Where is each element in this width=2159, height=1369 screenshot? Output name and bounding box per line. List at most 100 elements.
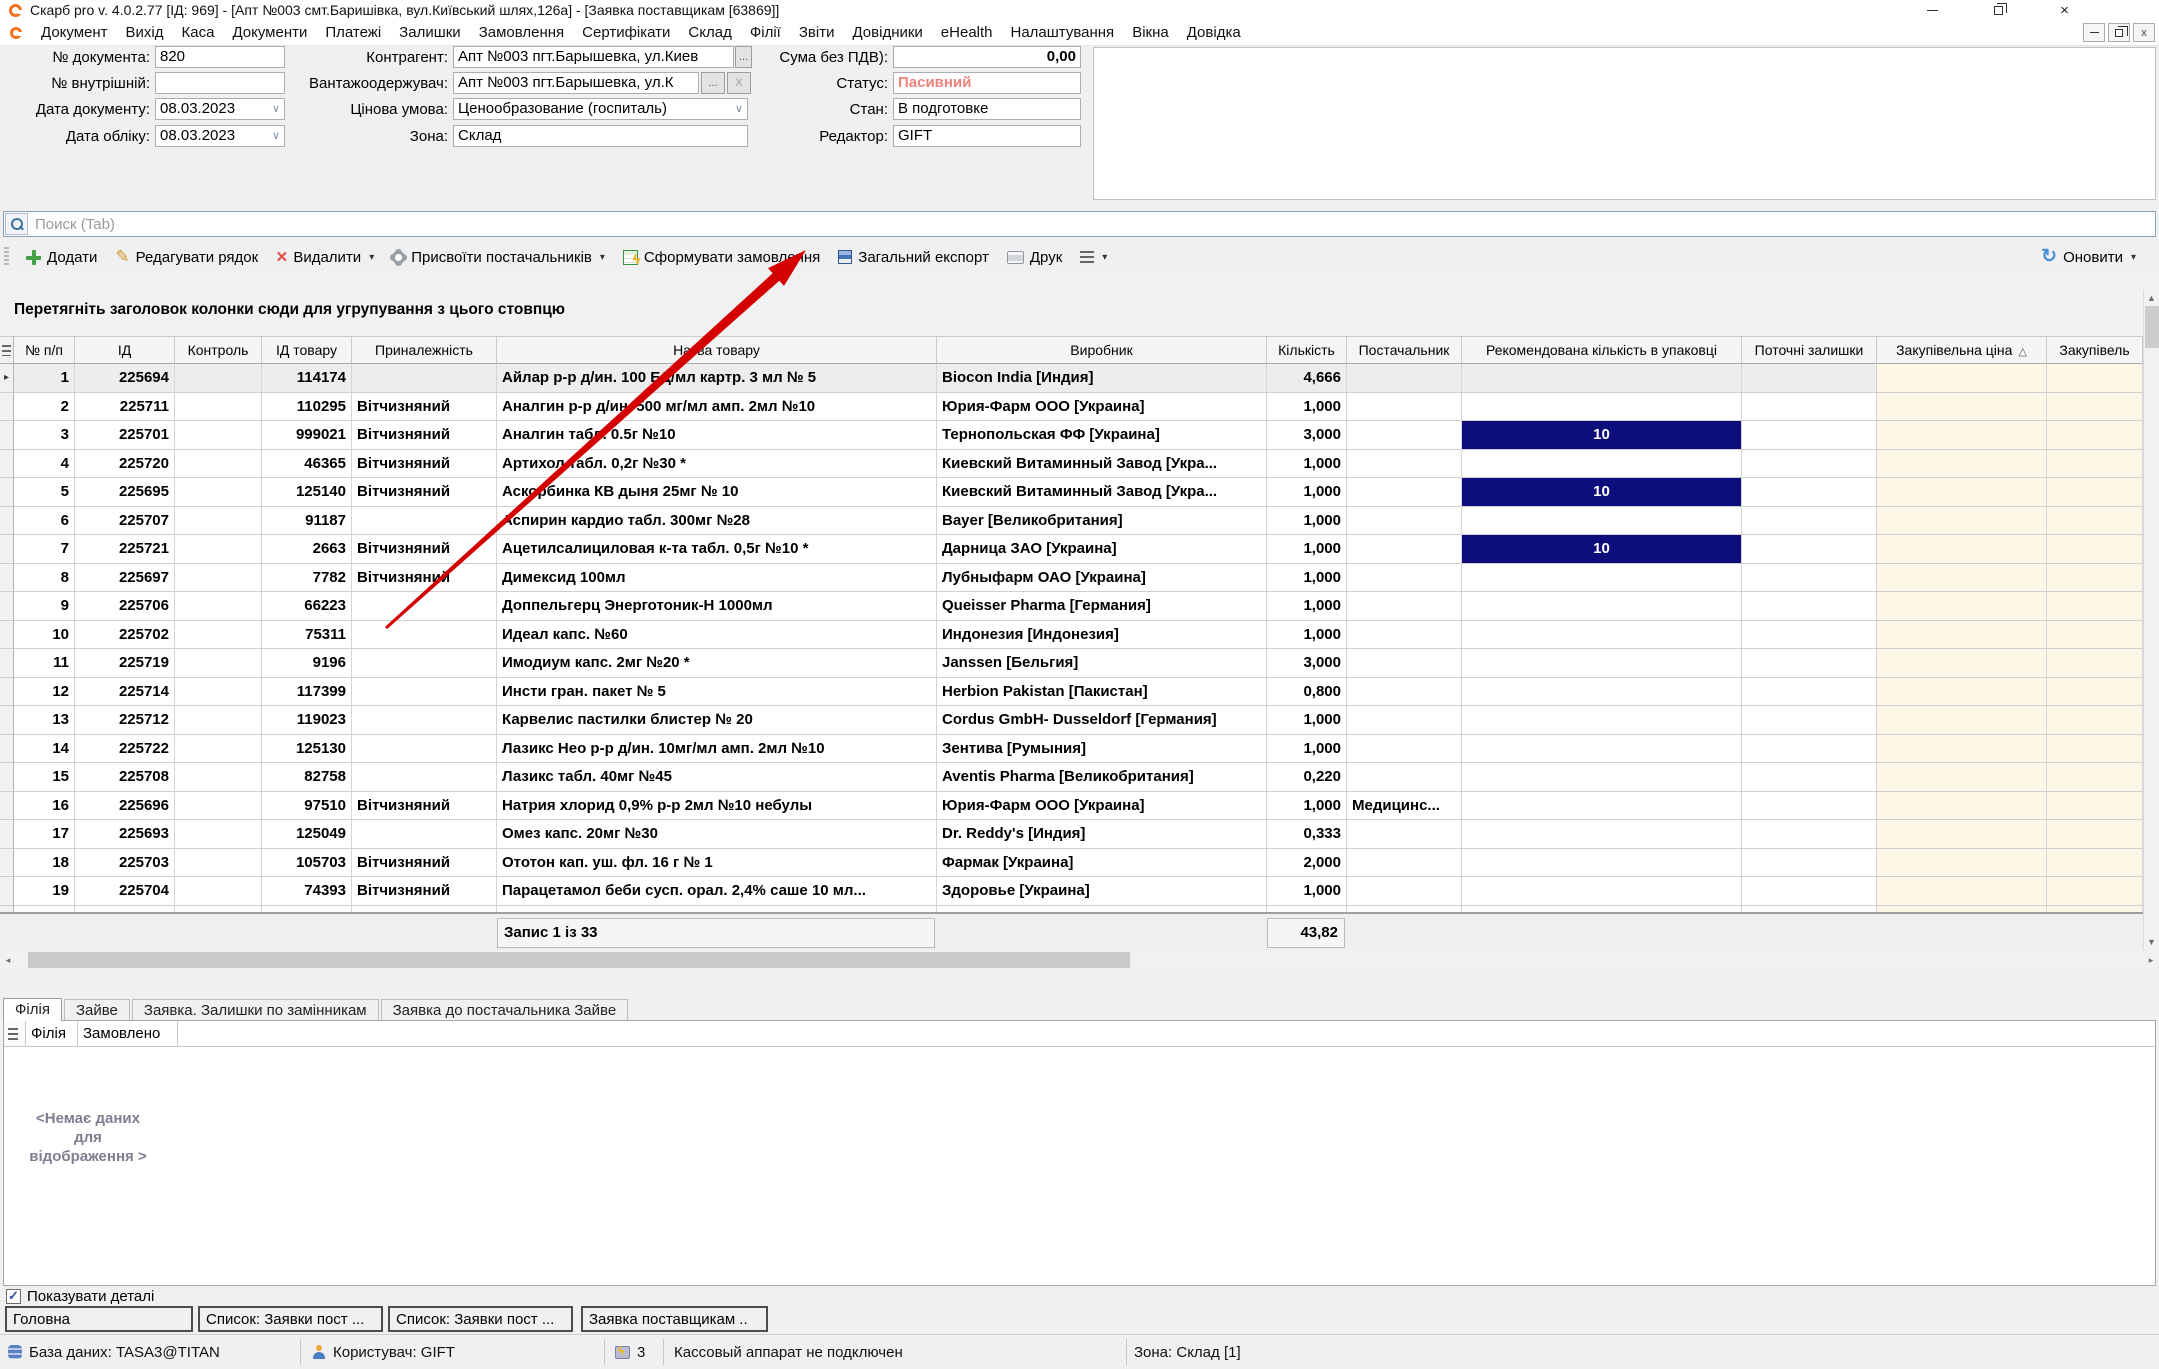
menu-item-1[interactable]: Документ: [32, 24, 117, 41]
restore-button[interactable]: [1976, 0, 2021, 20]
toolbar-grip[interactable]: [4, 247, 9, 267]
menu-item-9[interactable]: Склад: [679, 24, 740, 41]
detail-tab-3[interactable]: Заявка. Залишки по замінникам: [132, 999, 379, 1021]
column-header-qty[interactable]: Кількість: [1267, 336, 1347, 364]
table-row[interactable]: 82256977782ВітчизнянийДимексид 100млЛубн…: [0, 564, 2143, 593]
doc-date-field[interactable]: ∨08.03.2023: [155, 98, 285, 120]
detail-tab-1[interactable]: Філія: [3, 998, 62, 1021]
menu-item-14[interactable]: Налаштування: [1002, 24, 1124, 41]
edit-row-button[interactable]: ✎ Редагувати рядок: [106, 244, 267, 270]
window-button-2[interactable]: Список: Заявки пост ...: [198, 1306, 383, 1332]
grid-customize-icon[interactable]: [4, 1021, 26, 1046]
menu-item-12[interactable]: Довідники: [843, 24, 931, 41]
window-button-1[interactable]: Головна: [5, 1306, 193, 1332]
menu-item-16[interactable]: Довідка: [1178, 24, 1250, 41]
add-button[interactable]: Додати: [17, 244, 106, 270]
refresh-button[interactable]: ↻ Оновити ▾: [2032, 244, 2145, 270]
detail-column-filia[interactable]: Філія: [26, 1021, 78, 1046]
detail-tab-4[interactable]: Заявка до постачальника Зайве: [381, 999, 629, 1021]
table-row[interactable]: 14225722125130Лазикс Нео р-р д/ин. 10мг/…: [0, 735, 2143, 764]
mdi-close-button[interactable]: x: [2133, 23, 2155, 42]
doc-number-field[interactable]: 820: [155, 46, 285, 68]
horizontal-scroll-thumb[interactable]: [28, 952, 1130, 968]
table-row[interactable]: 13225712119023Карвелис пастилки блистер …: [0, 706, 2143, 735]
column-header-id[interactable]: ІД: [75, 336, 175, 364]
price-condition-select[interactable]: ∨Ценообразование (госпиталь): [453, 98, 748, 120]
horizontal-scrollbar[interactable]: ◂ ▸: [0, 951, 2159, 969]
menu-item-6[interactable]: Залишки: [390, 24, 470, 41]
column-header-name[interactable]: Назва товару: [497, 336, 937, 364]
column-header-price2[interactable]: Закупівель: [2047, 336, 2143, 364]
table-row[interactable]: 1922570474393ВітчизнянийПарацетамол беби…: [0, 877, 2143, 906]
column-header-tid[interactable]: ІД товару: [262, 336, 352, 364]
column-header-origin[interactable]: Приналежність: [352, 336, 497, 364]
consignee-field[interactable]: Апт №003 пгт.Барышевка, ул.К: [453, 72, 699, 94]
table-row[interactable]: 922570666223Доппельгерц Энерготоник-Н 10…: [0, 592, 2143, 621]
mdi-restore-button[interactable]: [2108, 23, 2130, 42]
form-order-button[interactable]: ϟ Сформувати замовлення: [614, 244, 829, 270]
menu-item-15[interactable]: Вікна: [1123, 24, 1178, 41]
delete-button[interactable]: × Видалити ▾: [267, 244, 383, 270]
column-header-n[interactable]: № п/п: [14, 336, 75, 364]
scroll-down-icon[interactable]: ▼: [2144, 934, 2159, 950]
table-row[interactable]: 72257212663ВітчизнянийАцетилсалициловая …: [0, 535, 2143, 564]
menu-item-4[interactable]: Документи: [223, 24, 316, 41]
table-row[interactable]: 5225695125140ВітчизнянийАскорбинка КВ ды…: [0, 478, 2143, 507]
search-icon[interactable]: [5, 213, 28, 235]
table-row[interactable]: 622570791187Аспирин кардио табл. 300мг №…: [0, 507, 2143, 536]
table-row[interactable]: 1022570275311Идеал капс. №60Индонезия [И…: [0, 621, 2143, 650]
menu-item-10[interactable]: Філії: [741, 24, 790, 41]
export-button[interactable]: Загальний експорт: [829, 244, 998, 270]
table-row[interactable]: 18225703105703ВітчизнянийОтотон кап. уш.…: [0, 849, 2143, 878]
row-height-menu-button[interactable]: ▾: [1071, 244, 1116, 270]
consignee-lookup-button[interactable]: ...: [701, 72, 725, 94]
assign-suppliers-button[interactable]: Присвоїти постачальників ▾: [383, 244, 614, 270]
table-row[interactable]: 17225693125049Омез капс. 20мг №30Dr. Red…: [0, 820, 2143, 849]
table-row[interactable]: 112257199196Имодиум капс. 2мг №20 *Janss…: [0, 649, 2143, 678]
minimize-button[interactable]: [1910, 0, 1955, 20]
notes-box[interactable]: [1093, 47, 2156, 200]
vertical-scrollbar[interactable]: ▲ ▼: [2143, 290, 2159, 950]
scroll-up-icon[interactable]: ▲: [2144, 290, 2159, 306]
column-header-manufacturer[interactable]: Виробник: [937, 336, 1267, 364]
table-row[interactable]: 3225701999021ВітчизнянийАналгин табл. 0.…: [0, 421, 2143, 450]
consignee-clear-button[interactable]: X: [727, 72, 751, 94]
grid-customize-icon[interactable]: [0, 336, 14, 364]
mdi-minimize-button[interactable]: [2083, 23, 2105, 42]
group-panel[interactable]: Перетягніть заголовок колонки сюди для у…: [0, 271, 2159, 336]
close-button[interactable]: ×: [2042, 0, 2087, 20]
menu-item-2[interactable]: Вихід: [117, 24, 173, 41]
vertical-scroll-thumb[interactable]: [2145, 306, 2159, 348]
detail-column-zamovleno[interactable]: Замовлено: [78, 1021, 178, 1046]
table-row[interactable]: 1622569697510ВітчизнянийНатрия хлорид 0,…: [0, 792, 2143, 821]
menu-item-11[interactable]: Звіти: [790, 24, 844, 41]
table-row[interactable]: 422572046365ВітчизнянийАртихол табл. 0,2…: [0, 450, 2143, 479]
search-bar[interactable]: Поиск (Tab): [3, 211, 2156, 237]
column-header-control[interactable]: Контроль: [175, 336, 262, 364]
window-button-3[interactable]: Список: Заявки пост ...: [388, 1306, 573, 1332]
scroll-right-icon[interactable]: ▸: [2143, 951, 2159, 969]
internal-number-field[interactable]: [155, 72, 285, 94]
column-header-stock[interactable]: Поточні залишки: [1742, 336, 1877, 364]
table-row[interactable]: 12225714117399Инсти гран. пакет № 5Herbi…: [0, 678, 2143, 707]
account-date-field[interactable]: ∨08.03.2023: [155, 125, 285, 147]
column-header-price[interactable]: Закупівельна ціна△: [1877, 336, 2047, 364]
show-details-checkbox[interactable]: [6, 1289, 21, 1304]
window-button-4[interactable]: Заявка поставщикам ..: [581, 1306, 768, 1332]
menu-item-3[interactable]: Каса: [173, 24, 224, 41]
column-header-supplier[interactable]: Постачальник: [1347, 336, 1462, 364]
menu-item-7[interactable]: Замовлення: [470, 24, 573, 41]
table-row[interactable]: ▸1225694114174Айлар р-р д/ин. 100 ЕД/мл …: [0, 364, 2143, 393]
table-row[interactable]: 1522570882758Лазикс табл. 40мг №45Aventi…: [0, 763, 2143, 792]
detail-tab-2[interactable]: Зайве: [64, 999, 130, 1021]
print-button[interactable]: Друк: [998, 244, 1071, 270]
table-row[interactable]: 2225711110295ВітчизнянийАналгин р-р д/ин…: [0, 393, 2143, 422]
menu-item-5[interactable]: Платежі: [316, 24, 390, 41]
scroll-left-icon[interactable]: ◂: [0, 951, 16, 969]
contractor-field[interactable]: Апт №003 пгт.Барышевка, ул.Киев: [453, 46, 734, 68]
column-header-recommended[interactable]: Рекомендована кількість в упаковці: [1462, 336, 1742, 364]
menu-item-8[interactable]: Сертифікати: [573, 24, 679, 41]
zone-field[interactable]: Склад: [453, 125, 748, 147]
chevron-down-icon[interactable]: ∨: [735, 99, 743, 119]
menu-item-13[interactable]: eHealth: [932, 24, 1002, 41]
